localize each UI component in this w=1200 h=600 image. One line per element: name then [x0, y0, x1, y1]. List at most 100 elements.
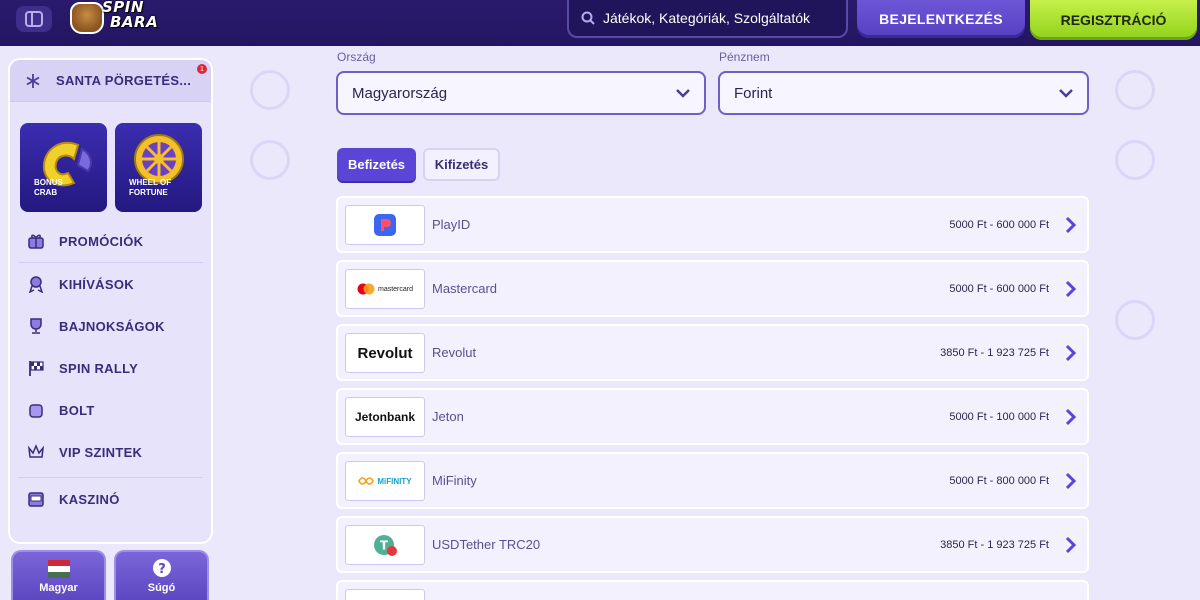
mifinity-logo-text: MiFINITY	[377, 476, 412, 486]
sidebar-item-casino[interactable]: KASZINÓ	[10, 478, 211, 520]
shop-bag-icon	[27, 401, 45, 419]
payment-method-range: 5000 Ft - 800 000 Ft	[949, 474, 1049, 487]
country-select[interactable]: Magyarország	[336, 71, 706, 115]
question-mark-icon: ?	[152, 559, 171, 577]
payment-method-logo	[345, 589, 425, 600]
sidebar-item-vip-levels[interactable]: VIP SZINTEK	[10, 431, 211, 473]
sidebar-item-label: BOLT	[59, 402, 95, 418]
sidebar-item-spin-rally[interactable]: SPIN RALLY	[10, 347, 211, 389]
sidebar-item-tournaments[interactable]: BAJNOKSÁGOK	[10, 305, 211, 347]
help-button[interactable]: ? Súgó	[114, 550, 209, 600]
search-input[interactable]: Játékok, Kategóriák, Szolgáltatók	[567, 0, 848, 38]
payment-method-name: PlayID	[432, 217, 471, 232]
chevron-right-icon	[1065, 472, 1077, 490]
language-label: Magyar	[39, 582, 78, 594]
country-label: Ország	[337, 50, 376, 64]
chevron-right-icon	[1065, 216, 1077, 234]
payment-method-name: Revolut	[432, 345, 477, 360]
tile-bonus-crab[interactable]: BONUS CRAB	[20, 123, 107, 212]
notification-badge: 1	[197, 64, 207, 74]
tile-caption: WHEEL OF FORTUNE	[129, 178, 171, 198]
sidebar-item-challenges[interactable]: KIHÍVÁSOK	[10, 263, 211, 305]
login-button[interactable]: BEJELENTKEZÉS	[857, 0, 1025, 38]
trophy-icon	[27, 317, 45, 335]
background-swirl	[1115, 140, 1155, 180]
chevron-right-icon	[1065, 280, 1077, 298]
tether-logo: T	[345, 525, 425, 565]
featured-tiles: BONUS CRAB WHEEL OF FORTUNE	[10, 102, 211, 212]
crab-icon	[42, 141, 92, 187]
sidebar-item-label: SANTA PÖRGETÉS...	[56, 73, 192, 88]
payment-method-range: 5000 Ft - 100 000 Ft	[949, 410, 1049, 423]
help-label: Súgó	[147, 582, 176, 594]
tile-wheel-of-fortune[interactable]: WHEEL OF FORTUNE	[115, 123, 202, 212]
chevron-down-icon	[1059, 89, 1073, 98]
search-icon	[581, 11, 595, 25]
chevron-right-icon	[1065, 536, 1077, 554]
payment-method-range: 5000 Ft - 600 000 Ft	[949, 218, 1049, 231]
mastercard-logo: mastercard	[345, 269, 425, 309]
payment-method-name: Jeton	[432, 409, 464, 424]
sidebar-item-label: BAJNOKSÁGOK	[59, 318, 165, 334]
sidebar-item-santa-spins[interactable]: SANTA PÖRGETÉS... 1	[10, 60, 211, 102]
tile-caption: BONUS CRAB	[34, 178, 63, 198]
payment-method-row[interactable]: Jetonbank Jeton 5000 Ft - 100 000 Ft	[336, 388, 1089, 445]
svg-text:?: ?	[158, 562, 166, 577]
top-header: SPIN BARA Játékok, Kategóriák, Szolgálta…	[0, 0, 1200, 46]
logo-line-2: BARA	[110, 13, 159, 31]
mifinity-logo: MiFINITY	[345, 461, 425, 501]
payment-method-name: Mastercard	[432, 281, 498, 296]
payment-method-range: 5000 Ft - 600 000 Ft	[949, 282, 1049, 295]
payment-method-range: 3850 Ft - 1 923 725 Ft	[940, 346, 1049, 359]
payment-method-row[interactable]: mastercard Mastercard 5000 Ft - 600 000 …	[336, 260, 1089, 317]
currency-select[interactable]: Forint	[718, 71, 1089, 115]
payment-method-range: 3850 Ft - 1 923 725 Ft	[940, 538, 1049, 551]
revolut-logo: Revolut	[345, 333, 425, 373]
wheel-icon	[134, 134, 184, 184]
payment-method-row[interactable]: T USDTether TRC20 3850 Ft - 1 923 725 Ft	[336, 516, 1089, 573]
background-swirl	[1115, 70, 1155, 110]
tile-caption-line: CRAB	[34, 188, 58, 197]
background-swirl	[250, 70, 290, 110]
chevron-down-icon	[676, 89, 690, 98]
sidebar-item-label: KASZINÓ	[59, 491, 120, 507]
capybara-logo-icon	[70, 2, 104, 34]
sidebar-item-label: SPIN RALLY	[59, 360, 139, 376]
chevron-right-icon	[1065, 344, 1077, 362]
sidebar-bottom-buttons: Magyar ? Súgó	[11, 550, 209, 600]
payment-method-row-partial[interactable]	[336, 580, 1089, 600]
tab-withdraw[interactable]: Kifizetés	[423, 148, 500, 181]
jetonbank-logo-text: Jetonbank	[354, 410, 415, 424]
tile-caption-line: WHEEL OF	[129, 178, 172, 187]
background-swirl	[250, 140, 290, 180]
medal-icon	[27, 275, 45, 293]
sidebar-item-promotions[interactable]: PROMÓCIÓK	[10, 220, 211, 262]
register-button[interactable]: REGISZTRÁCIÓ	[1030, 0, 1197, 40]
language-button[interactable]: Magyar	[11, 550, 106, 600]
sidebar-toggle-icon	[25, 11, 43, 27]
revolut-logo-text: Revolut	[357, 344, 413, 362]
checkered-flag-icon	[27, 359, 45, 377]
logo[interactable]: SPIN BARA	[70, 0, 170, 40]
payment-method-row[interactable]: MiFINITY MiFinity 5000 Ft - 800 000 Ft	[336, 452, 1089, 509]
background-swirl	[1115, 300, 1155, 340]
sidebar: SANTA PÖRGETÉS... 1 BONUS CRAB WHEEL OF …	[8, 58, 213, 544]
payment-methods-list: PlayID 5000 Ft - 600 000 Ft mastercard M…	[336, 196, 1089, 600]
hungary-flag-icon	[47, 560, 70, 578]
currency-value: Forint	[734, 84, 773, 102]
mastercard-logo-text: mastercard	[377, 285, 413, 293]
sidebar-item-shop[interactable]: BOLT	[10, 389, 211, 431]
gift-icon	[27, 232, 45, 250]
currency-label: Pénznem	[719, 50, 770, 64]
tile-caption-line: FORTUNE	[129, 188, 168, 197]
payment-method-row[interactable]: PlayID 5000 Ft - 600 000 Ft	[336, 196, 1089, 253]
tile-caption-line: BONUS	[34, 178, 63, 187]
tab-deposit[interactable]: Befizetés	[337, 148, 416, 181]
payment-method-name: USDTether TRC20	[432, 537, 541, 552]
logo-text: SPIN BARA	[102, 0, 158, 30]
sidebar-item-label: KIHÍVÁSOK	[59, 276, 134, 292]
sidebar-toggle-button[interactable]	[16, 6, 52, 32]
chevron-right-icon	[1065, 408, 1077, 426]
payment-method-row[interactable]: Revolut Revolut 3850 Ft - 1 923 725 Ft	[336, 324, 1089, 381]
search-placeholder: Játékok, Kategóriák, Szolgáltatók	[603, 10, 811, 26]
